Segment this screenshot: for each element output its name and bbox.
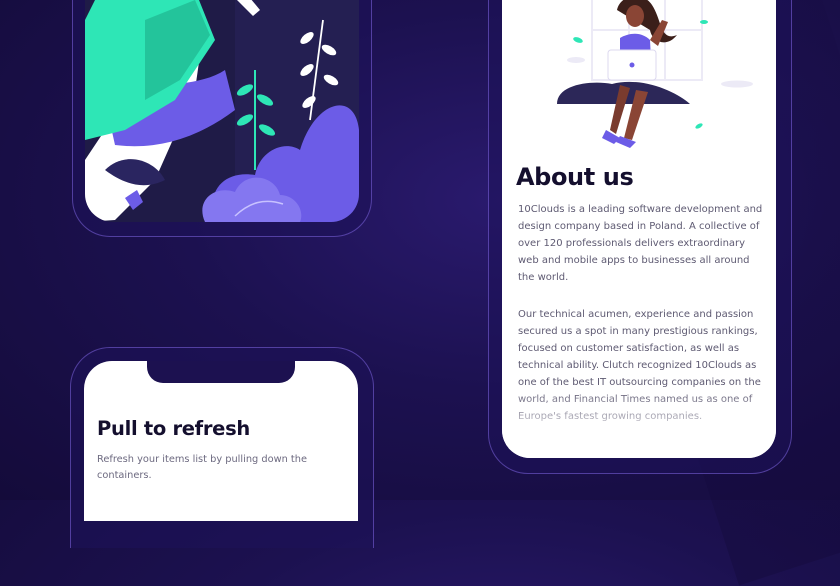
- refresh-description: Refresh your items list by pulling down …: [97, 454, 308, 481]
- about-title: About us: [516, 163, 634, 191]
- refresh-title: Pull to refresh: [97, 417, 250, 440]
- woman-with-laptop-illustration: [557, 0, 753, 148]
- illustration-screen: [85, 0, 359, 222]
- woman-walking-illustration: [85, 0, 359, 222]
- about-screen[interactable]: About us 10Clouds is a leading software …: [502, 0, 776, 458]
- refresh-screen: Pull to refresh Refresh your items list …: [84, 361, 358, 521]
- phone-notch: [147, 361, 295, 383]
- about-paragraph-1: 10Clouds is a leading software developme…: [518, 204, 763, 283]
- text-fade-overlay: [502, 388, 776, 458]
